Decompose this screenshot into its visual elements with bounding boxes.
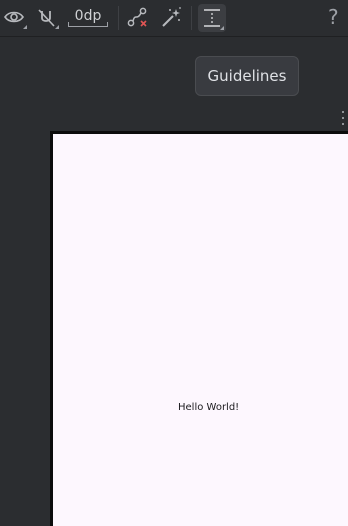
help-icon[interactable]: ? [328,5,339,29]
clear-constraints-button[interactable] [125,4,151,32]
layout-editor-toolbar: 0dp ? [0,0,348,37]
guidelines-icon [204,9,224,30]
more-options-icon[interactable] [340,110,346,126]
margin-tick-right [107,22,108,27]
autoconnect-toggle[interactable] [34,4,60,32]
magnet-off-icon [38,9,59,29]
guidelines-tooltip: Guidelines [195,56,299,96]
toolbar-separator [191,6,192,30]
margin-underline [68,26,108,27]
eye-icon [4,11,27,29]
view-options-button[interactable] [2,4,28,32]
toolbar-separator [118,6,119,30]
clear-constraints-icon [127,7,147,27]
design-canvas[interactable]: Hello World! [50,131,348,526]
margin-tick-left [68,22,69,27]
hello-world-textview[interactable]: Hello World! [178,402,239,413]
default-margin-dropdown[interactable]: 0dp [66,6,110,30]
infer-constraints-icon [162,7,181,27]
default-margin-value: 0dp [74,8,102,24]
guidelines-button[interactable] [198,4,226,32]
infer-constraints-button[interactable] [158,4,184,32]
